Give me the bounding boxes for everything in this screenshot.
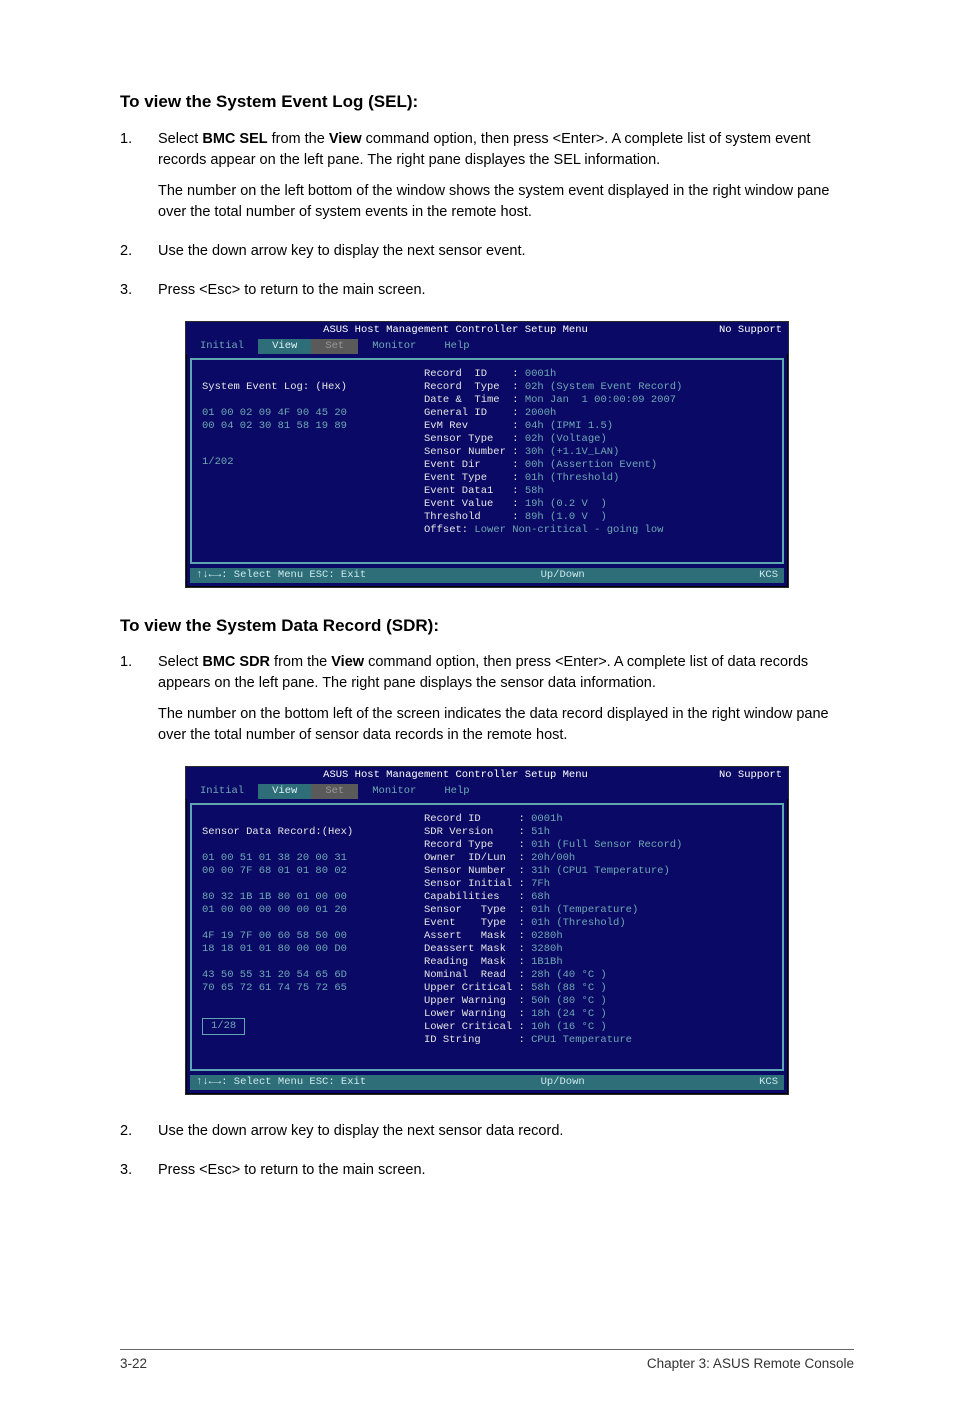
sdr-steps-2: 2. Use the down arrow key to display the… bbox=[120, 1121, 854, 1191]
sdr-hex: 01 00 51 01 38 20 00 31 00 00 7F 68 01 0… bbox=[202, 852, 347, 994]
status-right: KCS bbox=[759, 569, 778, 582]
term-menubar: Initial View Set Monitor Help bbox=[186, 339, 788, 354]
menu-help[interactable]: Help bbox=[430, 339, 483, 354]
menu-set[interactable]: Set bbox=[311, 784, 358, 799]
term-nosupport: No Support bbox=[719, 769, 782, 782]
menu-help[interactable]: Help bbox=[430, 784, 483, 799]
sdr-pager: 1/28 bbox=[202, 1018, 245, 1035]
step-number: 3. bbox=[120, 1160, 158, 1191]
step-number: 2. bbox=[120, 241, 158, 272]
menu-view[interactable]: View bbox=[258, 339, 311, 354]
step-number: 1. bbox=[120, 652, 158, 756]
sdr-step3: Press <Esc> to return to the main screen… bbox=[158, 1160, 854, 1181]
sdr-right-pane: Record ID : 0001h SDR Version : 51h Reco… bbox=[418, 811, 778, 1063]
sel-steps: 1. Select BMC SEL from the View command … bbox=[120, 129, 854, 311]
menu-initial[interactable]: Initial bbox=[186, 784, 258, 799]
sdr-step2: Use the down arrow key to display the ne… bbox=[158, 1121, 854, 1142]
terminal-sel: ASUS Host Management Controller Setup Me… bbox=[185, 321, 789, 588]
sdr-steps: 1. Select BMC SDR from the View command … bbox=[120, 652, 854, 756]
terminal-sdr: ASUS Host Management Controller Setup Me… bbox=[185, 766, 789, 1095]
term-title: ASUS Host Management Controller Setup Me… bbox=[192, 324, 719, 337]
sel-right-pane: Record ID : 0001h Record Type : 02h (Sys… bbox=[418, 366, 778, 556]
term-nosupport: No Support bbox=[719, 324, 782, 337]
step-number: 1. bbox=[120, 129, 158, 233]
term-menubar: Initial View Set Monitor Help bbox=[186, 784, 788, 799]
sel-step1-p1: Select BMC SEL from the View command opt… bbox=[158, 129, 854, 171]
sel-heading: To view the System Event Log (SEL): bbox=[120, 90, 854, 115]
page: To view the System Event Log (SEL): 1. S… bbox=[0, 0, 954, 1418]
menu-initial[interactable]: Initial bbox=[186, 339, 258, 354]
sel-hex: 01 00 02 09 4F 90 45 20 00 04 02 30 81 5… bbox=[202, 407, 347, 432]
status-mid: Up/Down bbox=[541, 1076, 585, 1089]
sdr-left-header: Sensor Data Record:(Hex) bbox=[202, 826, 353, 838]
sel-step2: Use the down arrow key to display the ne… bbox=[158, 241, 854, 262]
sel-step3: Press <Esc> to return to the main screen… bbox=[158, 280, 854, 301]
status-mid: Up/Down bbox=[541, 569, 585, 582]
menu-set[interactable]: Set bbox=[311, 339, 358, 354]
sdr-step1-p1: Select BMC SDR from the View command opt… bbox=[158, 652, 854, 694]
sel-pager: 1/202 bbox=[202, 456, 412, 469]
menu-view[interactable]: View bbox=[258, 784, 311, 799]
status-left: ↑↓←→: Select Menu ESC: Exit bbox=[196, 569, 366, 582]
sdr-step1-p2: The number on the bottom left of the scr… bbox=[158, 704, 854, 746]
sel-left-header: System Event Log: (Hex) bbox=[202, 381, 347, 393]
status-right: KCS bbox=[759, 1076, 778, 1089]
sdr-heading: To view the System Data Record (SDR): bbox=[120, 614, 854, 639]
chapter-title: Chapter 3: ASUS Remote Console bbox=[647, 1354, 854, 1374]
page-number: 3-22 bbox=[120, 1354, 147, 1374]
sel-step1-p2: The number on the left bottom of the win… bbox=[158, 181, 854, 223]
step-number: 2. bbox=[120, 1121, 158, 1152]
status-left: ↑↓←→: Select Menu ESC: Exit bbox=[196, 1076, 366, 1089]
menu-monitor[interactable]: Monitor bbox=[358, 784, 430, 799]
term-title: ASUS Host Management Controller Setup Me… bbox=[192, 769, 719, 782]
menu-monitor[interactable]: Monitor bbox=[358, 339, 430, 354]
page-footer: 3-22 Chapter 3: ASUS Remote Console bbox=[120, 1349, 854, 1374]
step-number: 3. bbox=[120, 280, 158, 311]
